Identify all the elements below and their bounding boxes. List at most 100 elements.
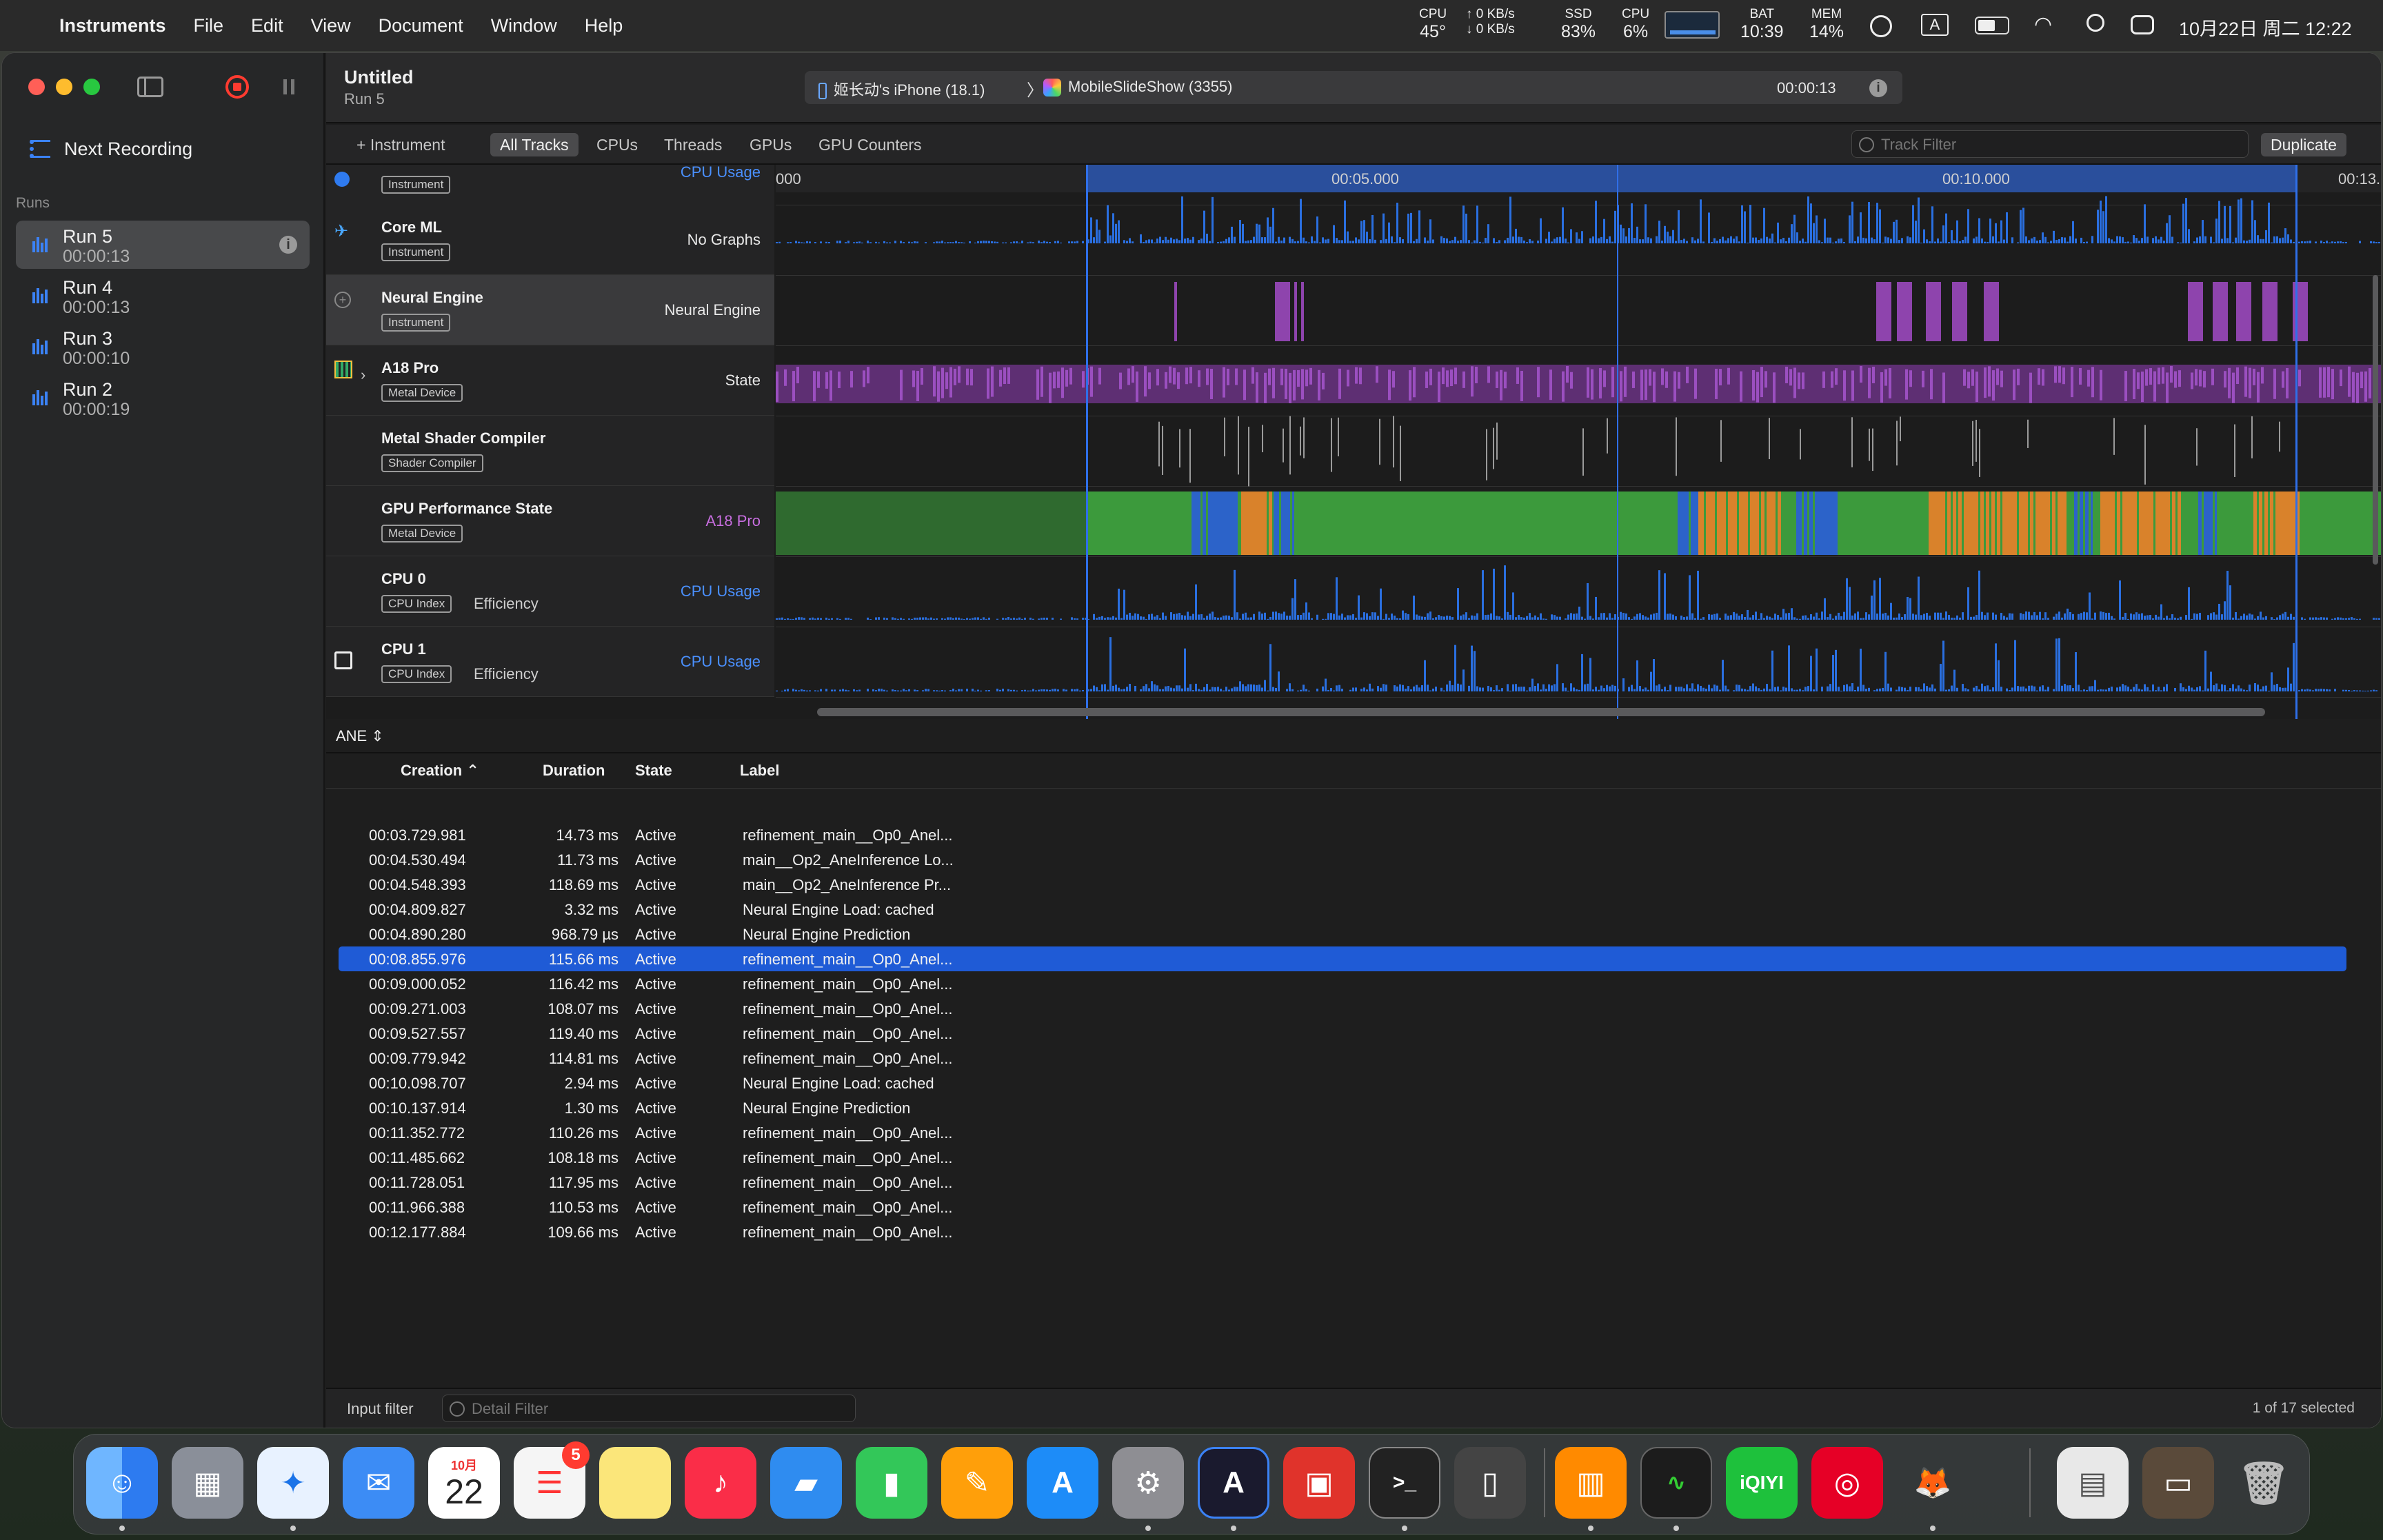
system-settings-icon[interactable]: ⚙	[1112, 1447, 1184, 1519]
cpu-usage-status[interactable]: CPU 6%	[1622, 7, 1649, 41]
track-row[interactable]: GPU Performance State Metal Device A18 Pro	[326, 486, 774, 556]
track-filter-input[interactable]	[1881, 134, 2226, 156]
track-row[interactable]: Metal Shader Compiler Shader Compiler	[326, 416, 774, 486]
user-icon[interactable]	[1870, 15, 1892, 37]
menu-file[interactable]: File	[194, 15, 224, 37]
detail-filter-input[interactable]	[472, 1398, 844, 1420]
app-menu[interactable]: Instruments	[59, 15, 166, 37]
column-label[interactable]: Label	[740, 762, 779, 780]
track-row[interactable]: Neural Engine Instrument Neural Engine	[326, 275, 774, 345]
table-row[interactable]: 00:11.966.388 110.53 ms Active refinement_m…	[339, 1195, 2346, 1219]
finder-icon[interactable]: ☺	[86, 1447, 158, 1519]
track-row[interactable]: CPU 1 CPU Index Efficiency CPU Usage	[326, 627, 774, 697]
table-row[interactable]: 00:10.098.707 2.94 ms Active Neural Engine …	[339, 1071, 2346, 1095]
app-store-icon[interactable]: A	[1027, 1447, 1098, 1519]
detail-selector[interactable]: ANE ⇕	[336, 727, 384, 745]
track-graph-label[interactable]: No Graphs	[687, 231, 761, 249]
table-row[interactable]: 00:09.000.052 116.42 ms Active refinement_m…	[339, 971, 2346, 996]
duplicate-button[interactable]: Duplicate	[2261, 133, 2346, 156]
menu-help[interactable]: Help	[585, 15, 623, 37]
table-row[interactable]: 00:12.177.884 109.66 ms Active refinement_m…	[339, 1219, 2346, 1244]
menu-edit[interactable]: Edit	[251, 15, 283, 37]
run-item-3[interactable]: Run 3 00:00:10	[16, 323, 310, 371]
table-row[interactable]: 00:11.728.051 117.95 ms Active refinement_m…	[339, 1170, 2346, 1195]
table-row[interactable]: 00:09.527.557 119.40 ms Active refinement_m…	[339, 1021, 2346, 1046]
menu-window[interactable]: Window	[491, 15, 557, 37]
column-creation[interactable]: Creation ⌃	[401, 762, 479, 780]
run-item-4[interactable]: Run 4 00:00:13	[16, 272, 310, 320]
track-graph-label[interactable]: Neural Engine	[665, 301, 761, 319]
track-row[interactable]: Time ProfilerInstrumentCPU Usage	[326, 165, 774, 207]
input-filter-label[interactable]: Input filter	[347, 1400, 414, 1418]
table-row[interactable]: 00:03.729.981 14.73 ms Active refinement_ma…	[339, 822, 2346, 847]
track-row[interactable]: Core ML Instrument No Graphs	[326, 205, 774, 275]
table-row[interactable]: 00:09.779.942 114.81 ms Active refinement_m…	[339, 1046, 2346, 1071]
menu-view[interactable]: View	[311, 15, 351, 37]
battery-icon[interactable]	[1975, 17, 2009, 34]
process-target[interactable]: MobileSlideShow (3355)	[1043, 78, 1232, 97]
info-icon[interactable]: i	[1869, 79, 1887, 97]
column-duration[interactable]: Duration	[543, 762, 605, 780]
ssd-status[interactable]: SSD 83%	[1561, 7, 1596, 41]
table-row[interactable]: 00:11.485.662 108.18 ms Active refinement_m…	[339, 1145, 2346, 1170]
table-row[interactable]: 00:04.809.827 3.32 ms Active Neural Engine …	[339, 897, 2346, 922]
record-button[interactable]	[225, 75, 249, 99]
reminders-icon[interactable]: ☰ 5	[514, 1441, 590, 1519]
zoom-window-button[interactable]	[83, 79, 100, 95]
archive-utility-icon[interactable]: ▤	[2057, 1447, 2129, 1519]
notes-icon[interactable]	[599, 1447, 671, 1519]
netease-music-icon[interactable]: ◎	[1811, 1447, 1883, 1519]
books-icon[interactable]: ▥	[1555, 1447, 1627, 1519]
cpu-temp-status[interactable]: CPU 45°	[1419, 7, 1447, 41]
menu-document[interactable]: Document	[379, 15, 463, 37]
pages-icon[interactable]: ✎	[941, 1447, 1013, 1519]
memory-status[interactable]: MEM 14%	[1809, 7, 1844, 41]
battery-status[interactable]: BAT 10:39	[1740, 7, 1784, 41]
add-instrument-button[interactable]: + Instrument	[347, 133, 454, 156]
safari-icon[interactable]: ✦	[257, 1447, 329, 1519]
tab-gpu-counters[interactable]: GPU Counters	[809, 133, 932, 156]
column-state[interactable]: State	[635, 762, 672, 780]
tab-gpus[interactable]: GPUs	[740, 133, 801, 156]
instruments-icon[interactable]: A	[1198, 1447, 1269, 1519]
iqiyi-icon[interactable]: iQIYI	[1726, 1447, 1798, 1519]
table-row[interactable]: 00:04.530.494 11.73 ms Active main__Op2_Ane…	[339, 847, 2346, 872]
detail-filter-field[interactable]	[442, 1395, 856, 1422]
tab-cpus[interactable]: CPUs	[587, 133, 647, 156]
launchpad-icon[interactable]: ▦	[172, 1447, 243, 1519]
disclosure-chevron-icon[interactable]: ›	[361, 366, 365, 384]
gimp-icon[interactable]: 🦊	[1897, 1447, 1969, 1519]
trash-icon[interactable]: 🗑	[2228, 1447, 2300, 1519]
keynote-icon[interactable]: ▰	[770, 1447, 842, 1519]
table-row[interactable]: 00:04.548.393 118.69 ms Active main__Op2_An…	[339, 872, 2346, 897]
timeline-graph[interactable]: 000 00:05.000 00:10.000 00:13.	[776, 165, 2381, 719]
track-filter-field[interactable]	[1851, 130, 2249, 158]
add-track-icon[interactable]: +	[334, 292, 351, 308]
table-row[interactable]: 00:09.271.003 108.07 ms Active refinement_m…	[339, 996, 2346, 1021]
iphone-mirroring-icon[interactable]: ▯	[1454, 1447, 1526, 1519]
close-window-button[interactable]	[28, 79, 45, 95]
device-target[interactable]: 姬长动's iPhone (18.1)	[818, 78, 985, 100]
tab-all-tracks[interactable]: All Tracks	[490, 133, 579, 156]
track-row[interactable]: CPU 0 CPU Index Efficiency CPU Usage	[326, 556, 774, 627]
clock[interactable]: 10月22日 周二 12:22	[2179, 14, 2352, 41]
track-graph-label[interactable]: CPU Usage	[681, 582, 761, 600]
table-row[interactable]: 00:10.137.914 1.30 ms Active Neural Engine …	[339, 1095, 2346, 1120]
control-center-icon[interactable]	[2131, 15, 2154, 34]
run-item-2[interactable]: Run 2 00:00:19	[16, 374, 310, 422]
table-row[interactable]: 00:04.890.280 968.79 µs Active Neural Engin…	[339, 922, 2346, 946]
downloads-stack-icon[interactable]: ▭	[2142, 1447, 2214, 1519]
track-row[interactable]: A18 Pro Metal Device State	[326, 345, 774, 416]
track-graph-label[interactable]: A18 Pro	[706, 512, 761, 530]
track-graph-label[interactable]: State	[725, 372, 761, 389]
table-row[interactable]: 00:11.352.772 110.26 ms Active refinement_m…	[339, 1120, 2346, 1145]
track-graph-label[interactable]: CPU Usage	[681, 165, 761, 181]
activity-monitor-icon[interactable]: ∿	[1640, 1447, 1712, 1519]
gpu-grid-icon[interactable]	[334, 361, 352, 378]
table-row[interactable]: 00:08.855.976 115.66 ms Active refinement_m…	[339, 946, 2346, 971]
minimize-window-button[interactable]	[56, 79, 72, 95]
wifi-icon[interactable]: ◠	[2034, 12, 2052, 37]
network-status[interactable]: ↑ 0 KB/s ↓ 0 KB/s	[1466, 7, 1515, 37]
info-icon[interactable]: i	[279, 236, 297, 254]
coreml-icon[interactable]: ✈	[334, 221, 348, 241]
